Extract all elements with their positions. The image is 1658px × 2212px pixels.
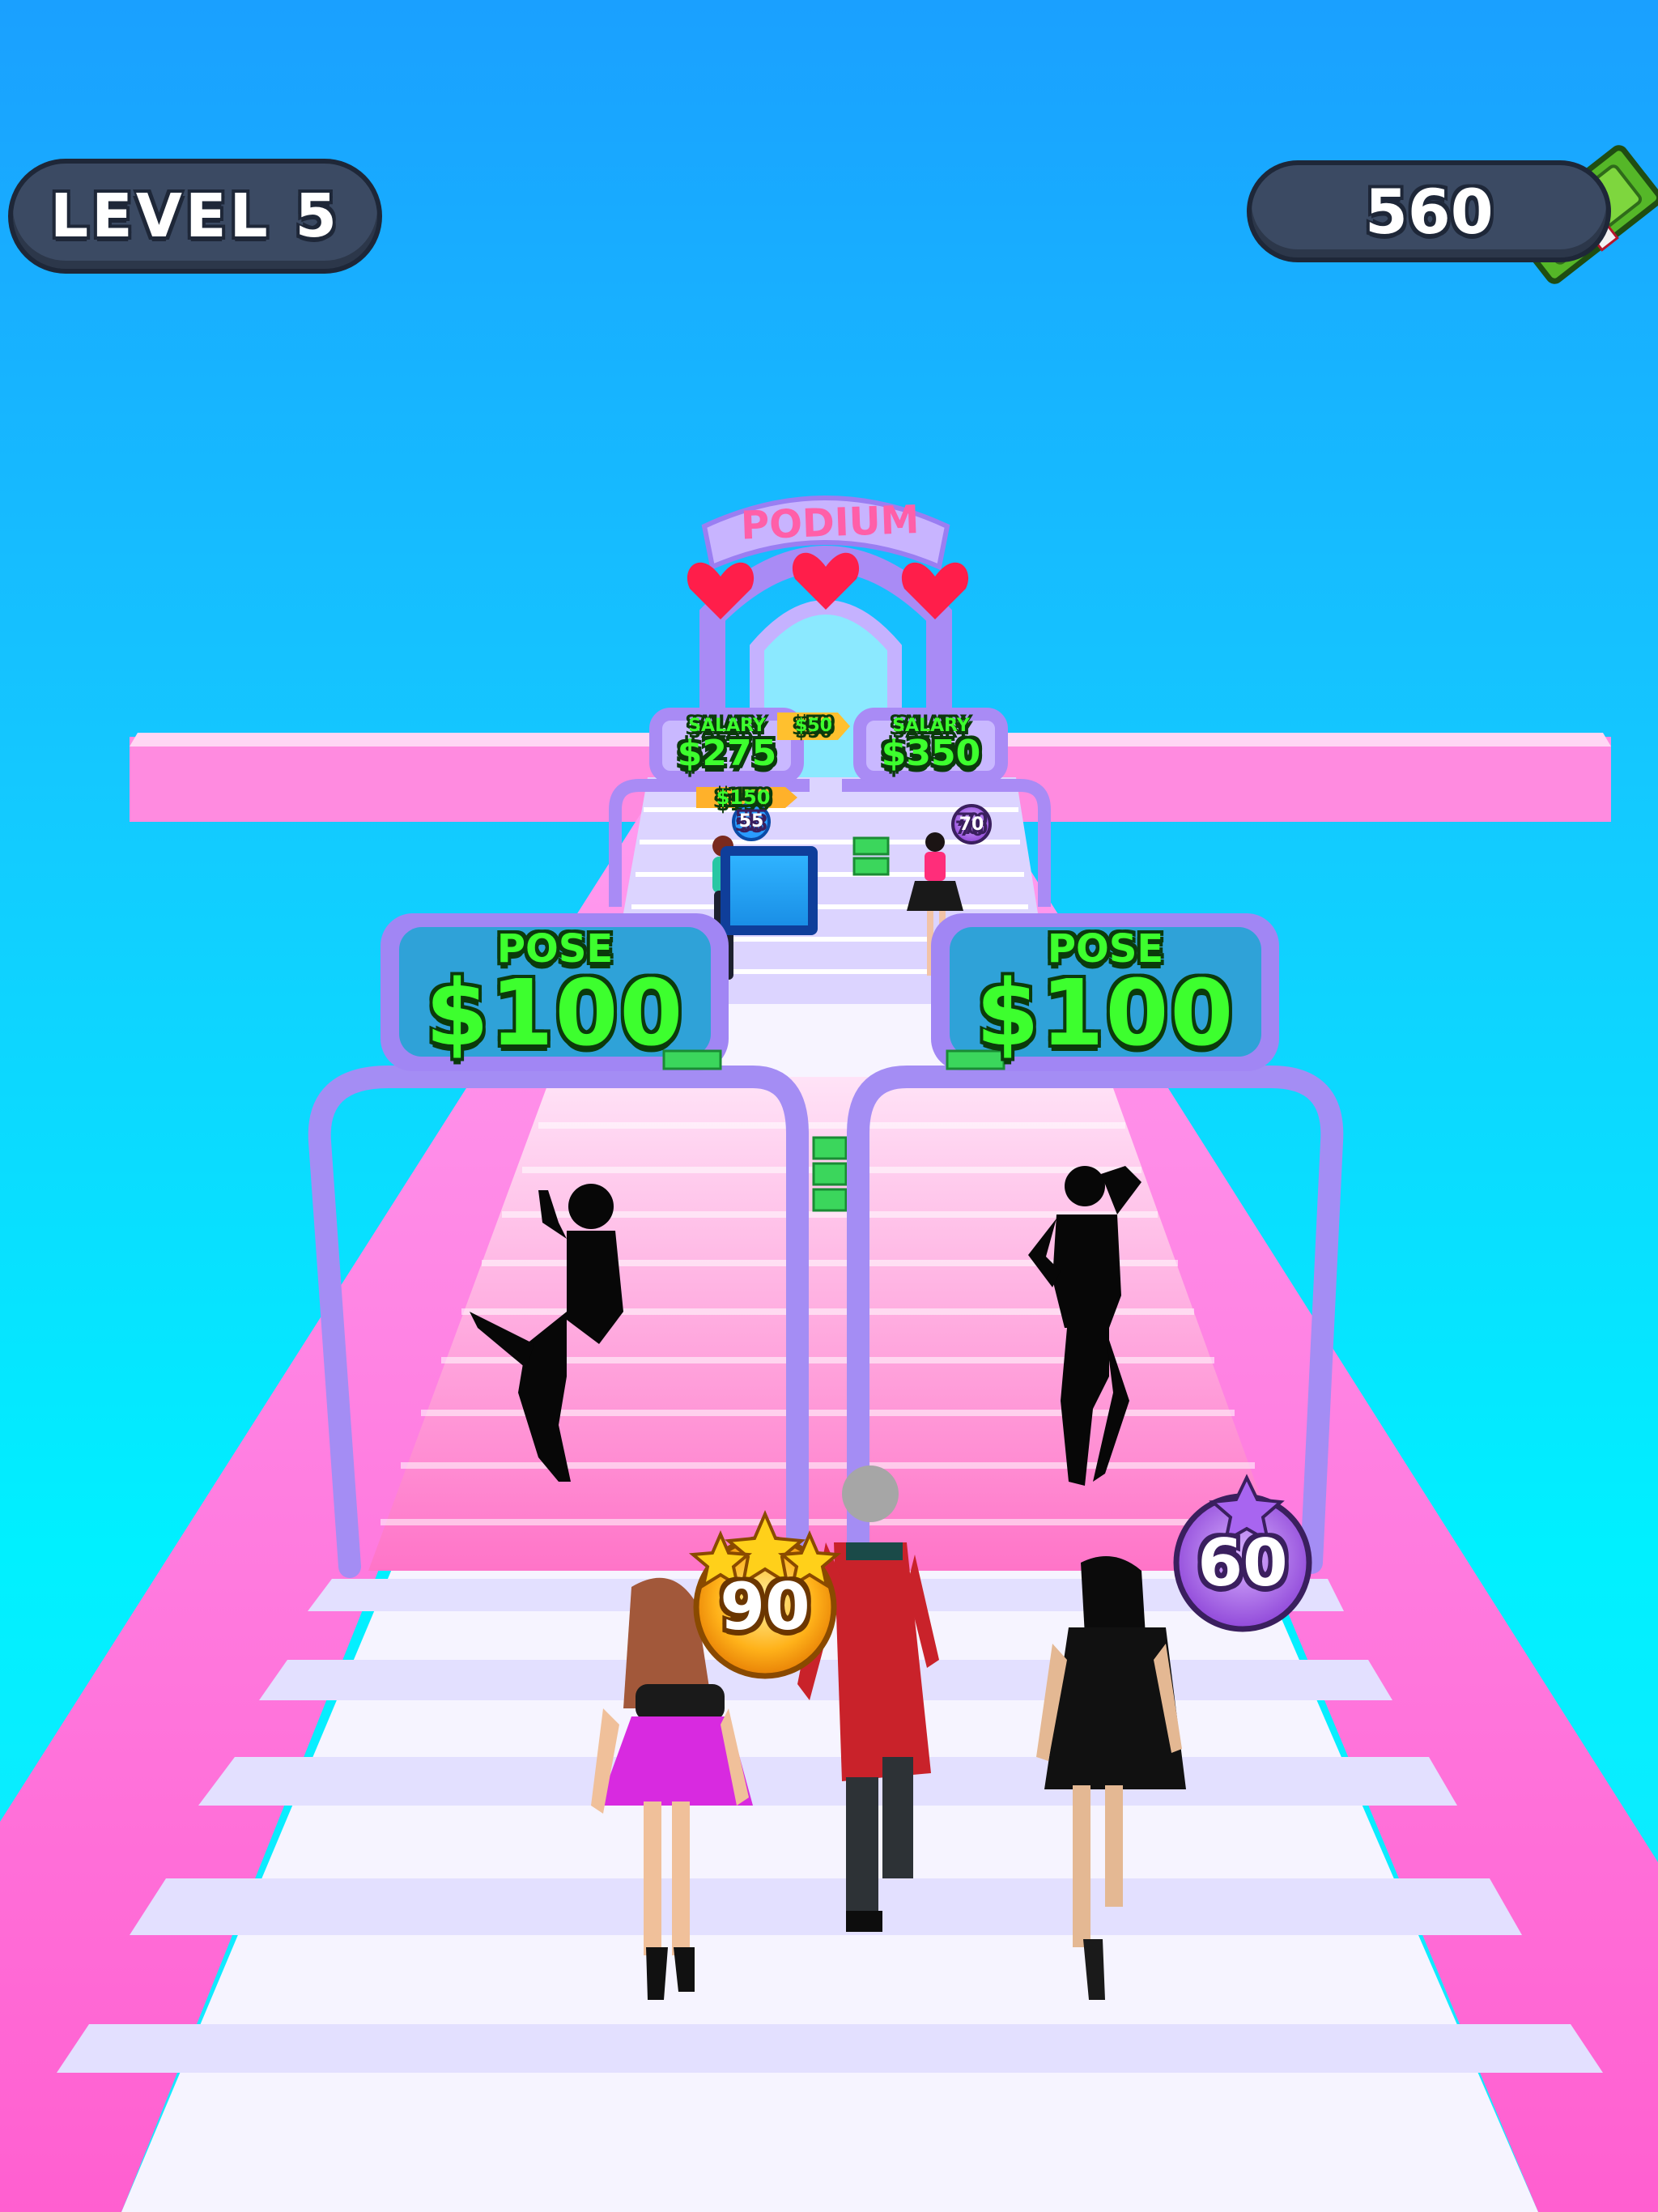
pose-gate-left-amount: $100 bbox=[425, 961, 685, 1066]
far-rating-left: 55 bbox=[738, 811, 764, 832]
game-scene bbox=[0, 145, 1658, 2212]
pose-gate-left[interactable]: POSE $100 bbox=[399, 929, 711, 1059]
salary-gate-right-label[interactable]: SALARY $350 bbox=[861, 717, 1001, 772]
level-indicator: LEVEL 5 bbox=[8, 159, 382, 274]
pose-gate-right[interactable]: POSE $100 bbox=[950, 929, 1261, 1059]
level-label: LEVEL 5 bbox=[50, 181, 340, 251]
rating-badge-right: 60 bbox=[1197, 1525, 1288, 1601]
far-tv-screen bbox=[721, 846, 818, 935]
salary-gate-right-amount: $350 bbox=[881, 733, 981, 774]
salary-gate-left-amount: $275 bbox=[677, 733, 777, 774]
pose-gate-right-amount: $100 bbox=[976, 961, 1235, 1066]
rating-badge-left: 90 bbox=[720, 1569, 810, 1644]
money-value: 560 bbox=[1365, 175, 1494, 248]
far-rating-right: 70 bbox=[959, 815, 984, 835]
podium-label: PODIUM bbox=[740, 496, 920, 549]
far-price-tag-2: $150 bbox=[716, 786, 771, 809]
money-counter: 560 bbox=[1247, 160, 1611, 262]
far-price-tag-1: $50 bbox=[795, 716, 832, 736]
salary-gate-left-label[interactable]: SALARY $275 bbox=[657, 717, 797, 772]
